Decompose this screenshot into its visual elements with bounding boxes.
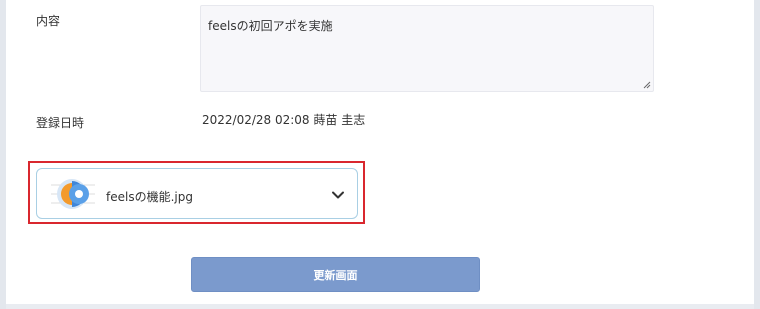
content-label: 内容 <box>36 14 61 28</box>
update-button[interactable]: 更新画面 <box>191 257 480 292</box>
content-text: feelsの初回アポを実施 <box>208 19 333 33</box>
detail-panel: 内容 feelsの初回アポを実施 登録日時 2022/02/28 02:08 蒔… <box>6 0 754 304</box>
content-textarea[interactable]: feelsの初回アポを実施 <box>200 5 654 92</box>
attachment-card[interactable]: feelsの機能.jpg <box>36 168 358 219</box>
right-gutter <box>754 0 760 309</box>
chevron-down-icon[interactable] <box>331 188 345 202</box>
registered-value: 2022/02/28 02:08 蒔苗 圭志 <box>202 113 366 127</box>
attachment-file-name: feelsの機能.jpg <box>106 190 193 204</box>
registered-label: 登録日時 <box>36 116 85 130</box>
resize-handle-icon[interactable] <box>643 81 651 89</box>
image-thumbnail-icon <box>51 179 95 209</box>
